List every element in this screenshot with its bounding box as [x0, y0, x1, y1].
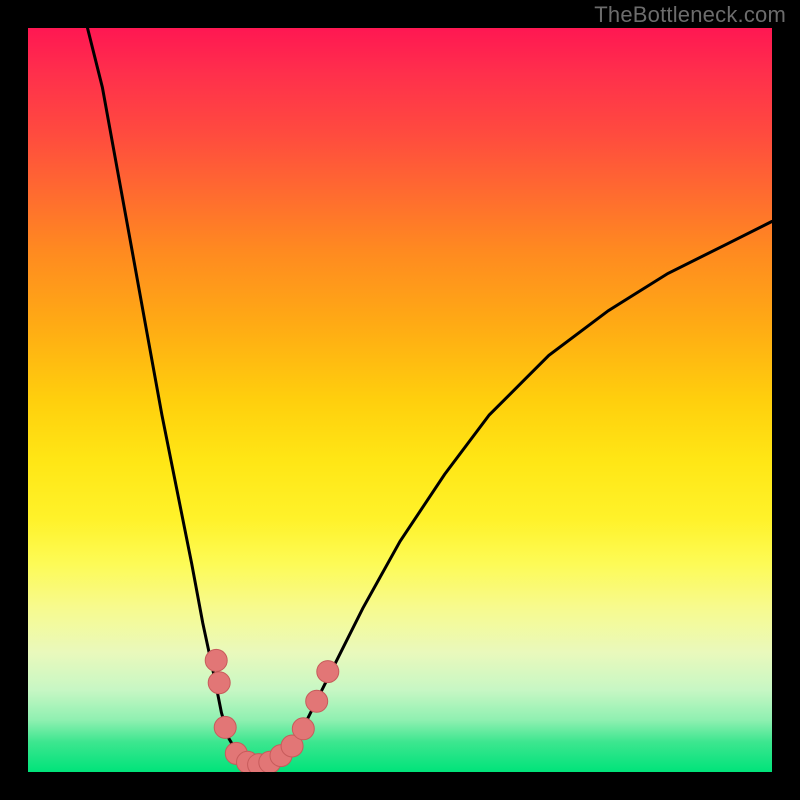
data-point	[292, 718, 314, 740]
data-point	[208, 672, 230, 694]
data-point	[205, 649, 227, 671]
watermark-text: TheBottleneck.com	[594, 2, 786, 28]
frame: TheBottleneck.com	[0, 0, 800, 800]
data-point	[306, 690, 328, 712]
bottleneck-curve-left	[88, 28, 252, 765]
chart-svg	[28, 28, 772, 772]
data-markers	[205, 649, 339, 772]
plot-area	[28, 28, 772, 772]
data-point	[317, 661, 339, 683]
bottleneck-curve-right	[266, 221, 772, 764]
data-point	[214, 716, 236, 738]
